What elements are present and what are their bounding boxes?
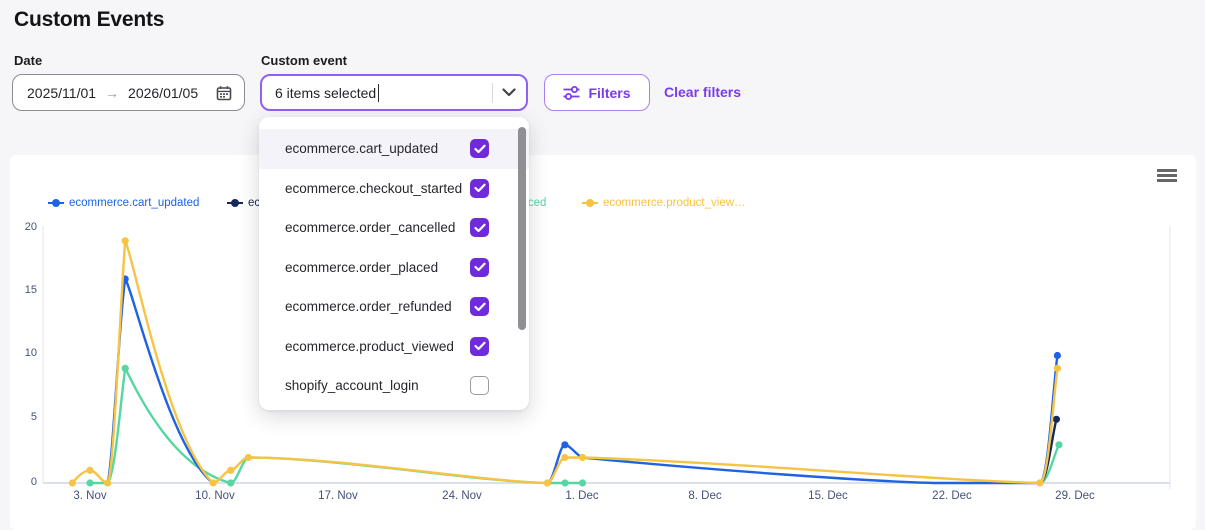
option-label: ecommerce.order_cancelled [285,220,470,235]
checkbox-unchecked[interactable] [470,376,489,395]
line-chart-plot [10,155,1196,530]
chevron-down-icon[interactable] [502,88,516,97]
filters-button[interactable]: Filters [544,74,650,111]
chart-card: ecommerce.cart_updated ecommerce.checkou… [10,155,1196,530]
option-label: ecommerce.cart_updated [285,141,470,156]
dropdown-option-checkout-started[interactable]: ecommerce.checkout_started [259,169,529,209]
date-range-input[interactable]: 2025/11/01 → 2026/01/05 [12,74,245,111]
option-label: ecommerce.order_refunded [285,299,470,314]
checkbox-checked[interactable] [470,297,489,316]
date-filter-label: Date [14,53,42,68]
option-label: ecommerce.checkout_started [285,181,470,196]
sliders-icon [563,86,580,100]
dropdown-option-cart-updated[interactable]: ecommerce.cart_updated [259,129,529,169]
series-product-viewed [69,237,1061,486]
date-start-value: 2025/11/01 [27,85,96,101]
checkbox-checked[interactable] [470,218,489,237]
dropdown-option-order-placed[interactable]: ecommerce.order_placed [259,248,529,288]
text-cursor [378,84,379,102]
date-end-value: 2026/01/05 [128,85,198,101]
checkbox-checked[interactable] [470,179,489,198]
dropdown-option-order-refunded[interactable]: ecommerce.order_refunded [259,287,529,327]
option-label: shopify_account_login [285,378,470,393]
custom-event-combobox[interactable]: 6 items selected [260,74,528,111]
option-label: ecommerce.product_viewed [285,339,470,354]
page-title: Custom Events [14,8,164,32]
date-range-arrow-icon: → [105,85,119,101]
custom-event-value: 6 items selected [275,85,376,101]
checkbox-checked[interactable] [470,337,489,356]
option-label: ecommerce.order_placed [285,260,470,275]
dropdown-option-shopify-account-login[interactable]: shopify_account_login [259,366,529,406]
calendar-icon[interactable] [216,85,232,101]
checkbox-checked[interactable] [470,139,489,158]
dropdown-scrollbar[interactable] [518,127,526,330]
checkbox-checked[interactable] [470,258,489,277]
series-cart-updated [108,275,1061,483]
custom-event-dropdown: ecommerce.cart_updated ecommerce.checkou… [259,117,529,410]
dropdown-option-order-cancelled[interactable]: ecommerce.order_cancelled [259,208,529,248]
filters-button-label: Filters [588,85,630,101]
input-divider [492,83,493,103]
custom-event-filter-label: Custom event [261,53,347,68]
dropdown-option-product-viewed[interactable]: ecommerce.product_viewed [259,327,529,367]
clear-filters-link[interactable]: Clear filters [664,84,741,100]
